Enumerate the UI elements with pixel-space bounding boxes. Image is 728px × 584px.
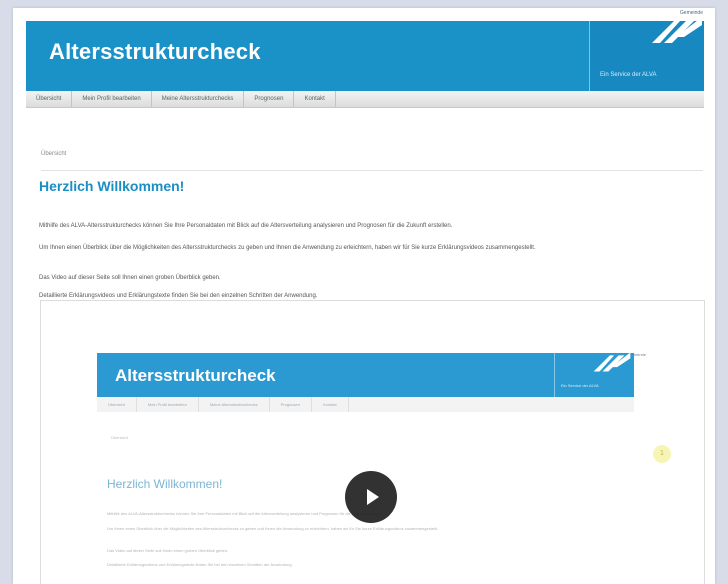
video-nav-item: Meine Altersstrukturchecks	[199, 397, 270, 412]
video-paragraph: Detaillierte Erklärungsvideos und Erklär…	[107, 562, 293, 567]
nav-item-profil[interactable]: Mein Profil bearbeiten	[72, 91, 152, 107]
video-player[interactable]: Gemeinde Altersstrukturcheck Ein Service…	[40, 300, 705, 584]
breadcrumb[interactable]: Übersicht	[41, 151, 66, 157]
video-nav-item: Mein Profil bearbeiten	[137, 397, 199, 412]
video-nav: Übersicht Mein Profil bearbeiten Meine A…	[97, 397, 634, 412]
nav-item-uebersicht[interactable]: Übersicht	[26, 91, 73, 107]
divider	[41, 170, 703, 171]
intro-paragraph: Mithilfe des ALVA-Altersstrukturchecks k…	[39, 223, 453, 229]
video-nav-item: Kontakt	[312, 397, 349, 412]
intro-paragraph: Detaillierte Erklärungsvideos und Erklär…	[39, 293, 318, 299]
intro-paragraph: Das Video auf dieser Seite soll Ihnen ei…	[39, 275, 221, 281]
video-nav-item: Übersicht	[97, 397, 137, 412]
alva-logo-icon	[593, 352, 631, 372]
video-badge: 1	[653, 445, 671, 463]
video-app-title: Altersstrukturcheck	[115, 366, 276, 385]
brand-tagline: Ein Service der ALVA	[600, 72, 657, 78]
nav-item-prognosen[interactable]: Prognosen	[244, 91, 295, 107]
alva-logo-icon[interactable]	[650, 15, 704, 45]
main-nav: Übersicht Mein Profil bearbeiten Meine A…	[26, 91, 704, 108]
video-nav-item: Prognosen	[270, 397, 312, 412]
nav-item-checks[interactable]: Meine Altersstrukturchecks	[152, 91, 245, 107]
app-window: Gemeinde Altersstrukturcheck Ein Service…	[13, 8, 715, 584]
play-icon	[367, 489, 379, 505]
video-header-banner: Altersstrukturcheck Ein Service der ALVA	[97, 352, 634, 397]
intro-paragraph: Um Ihnen einen Überblick über die Möglic…	[39, 245, 536, 251]
play-button[interactable]	[345, 471, 397, 523]
video-brand-tagline: Ein Service der ALVA	[561, 383, 599, 388]
header-banner: Altersstrukturcheck Ein Service der ALVA	[26, 17, 704, 91]
app-title: Altersstrukturcheck	[49, 39, 261, 64]
video-paragraph: Das Video auf dieser Seite soll Ihnen ei…	[107, 548, 229, 553]
banner-side-panel: Ein Service der ALVA	[589, 17, 704, 91]
video-heading: Herzlich Willkommen!	[107, 477, 223, 491]
video-paragraph: Um Ihnen einen Überblick über die Möglic…	[107, 526, 439, 531]
page-title: Herzlich Willkommen!	[39, 178, 185, 194]
video-breadcrumb: Übersicht	[111, 435, 128, 440]
nav-item-kontakt[interactable]: Kontakt	[294, 91, 336, 107]
